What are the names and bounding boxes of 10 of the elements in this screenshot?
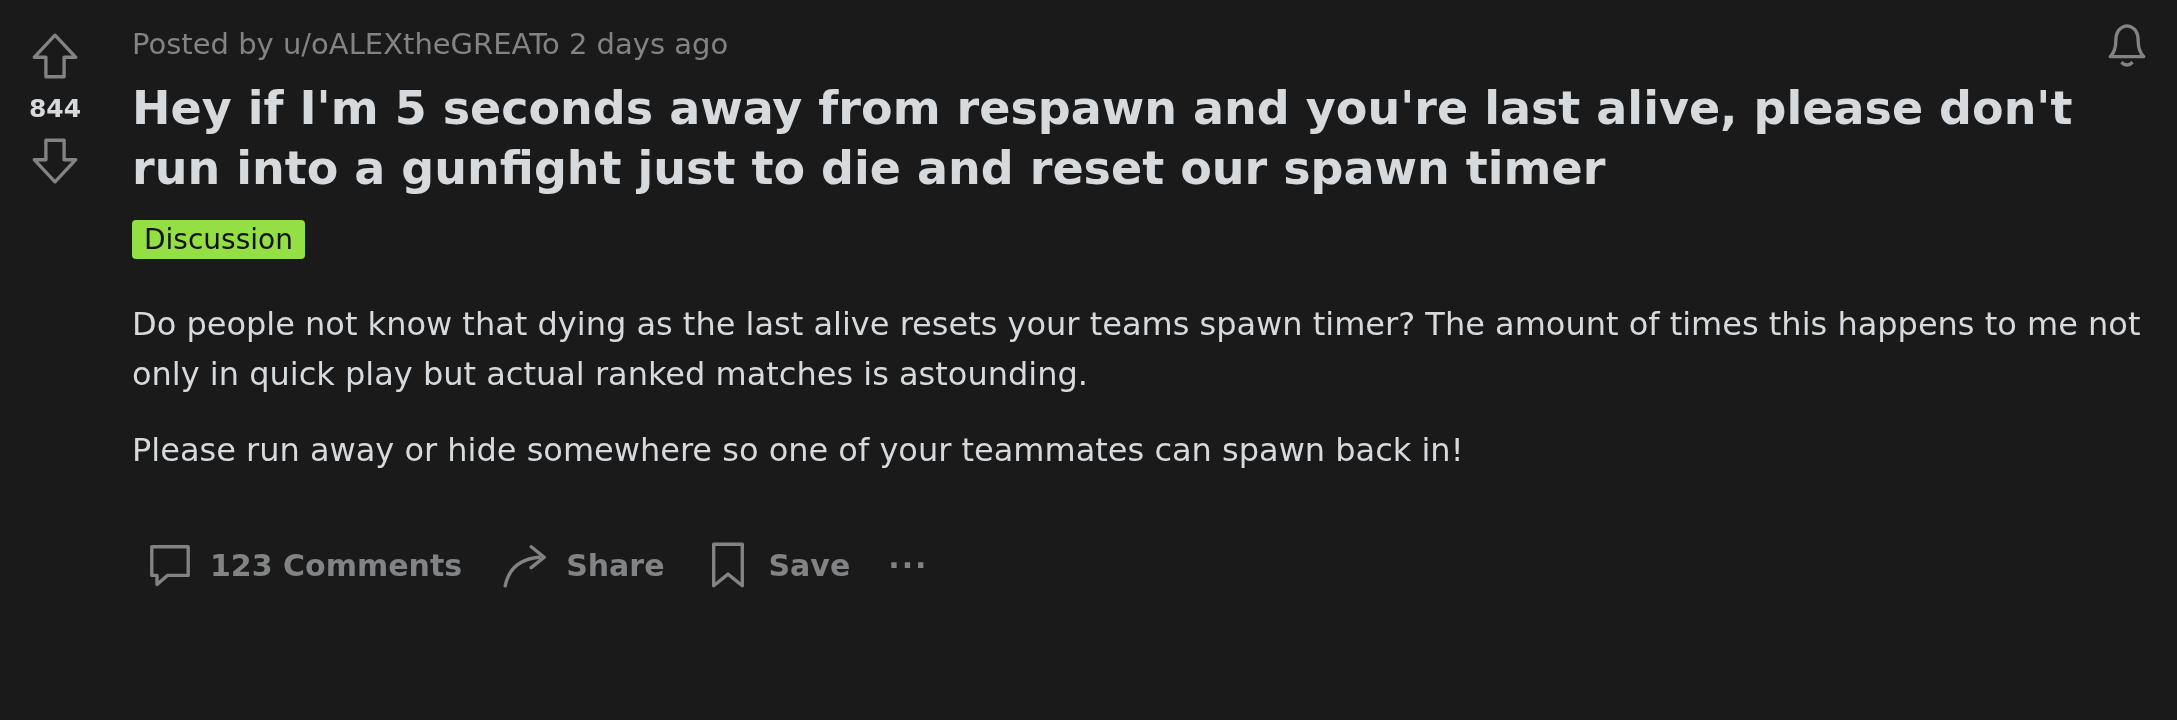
share-button[interactable]: Share [488,531,677,599]
save-button[interactable]: Save [690,531,863,599]
post-title[interactable]: Hey if I'm 5 seconds away from respawn and you're last alive, please don't run into a gunfight just to die and reset our spawn timer [132,78,2155,198]
more-button[interactable]: ··· [876,531,941,599]
body-paragraph: Please run away or hide somewhere so one of your teammates can spawn back in! [132,430,1464,471]
vote-score: 844 [28,94,82,123]
comments-button[interactable]: 123 Comments [132,531,475,599]
flair-tag[interactable]: Discussion [132,220,305,259]
post-meta: Posted by u/oALEXtheGREATo 2 days ago [132,27,729,61]
body-paragraph: Do people not know that dying as the last alive resets your teams spawn timer? The amount of times this happens to me not only in quick play but actual ranked matches is astounding. [132,304,2142,395]
